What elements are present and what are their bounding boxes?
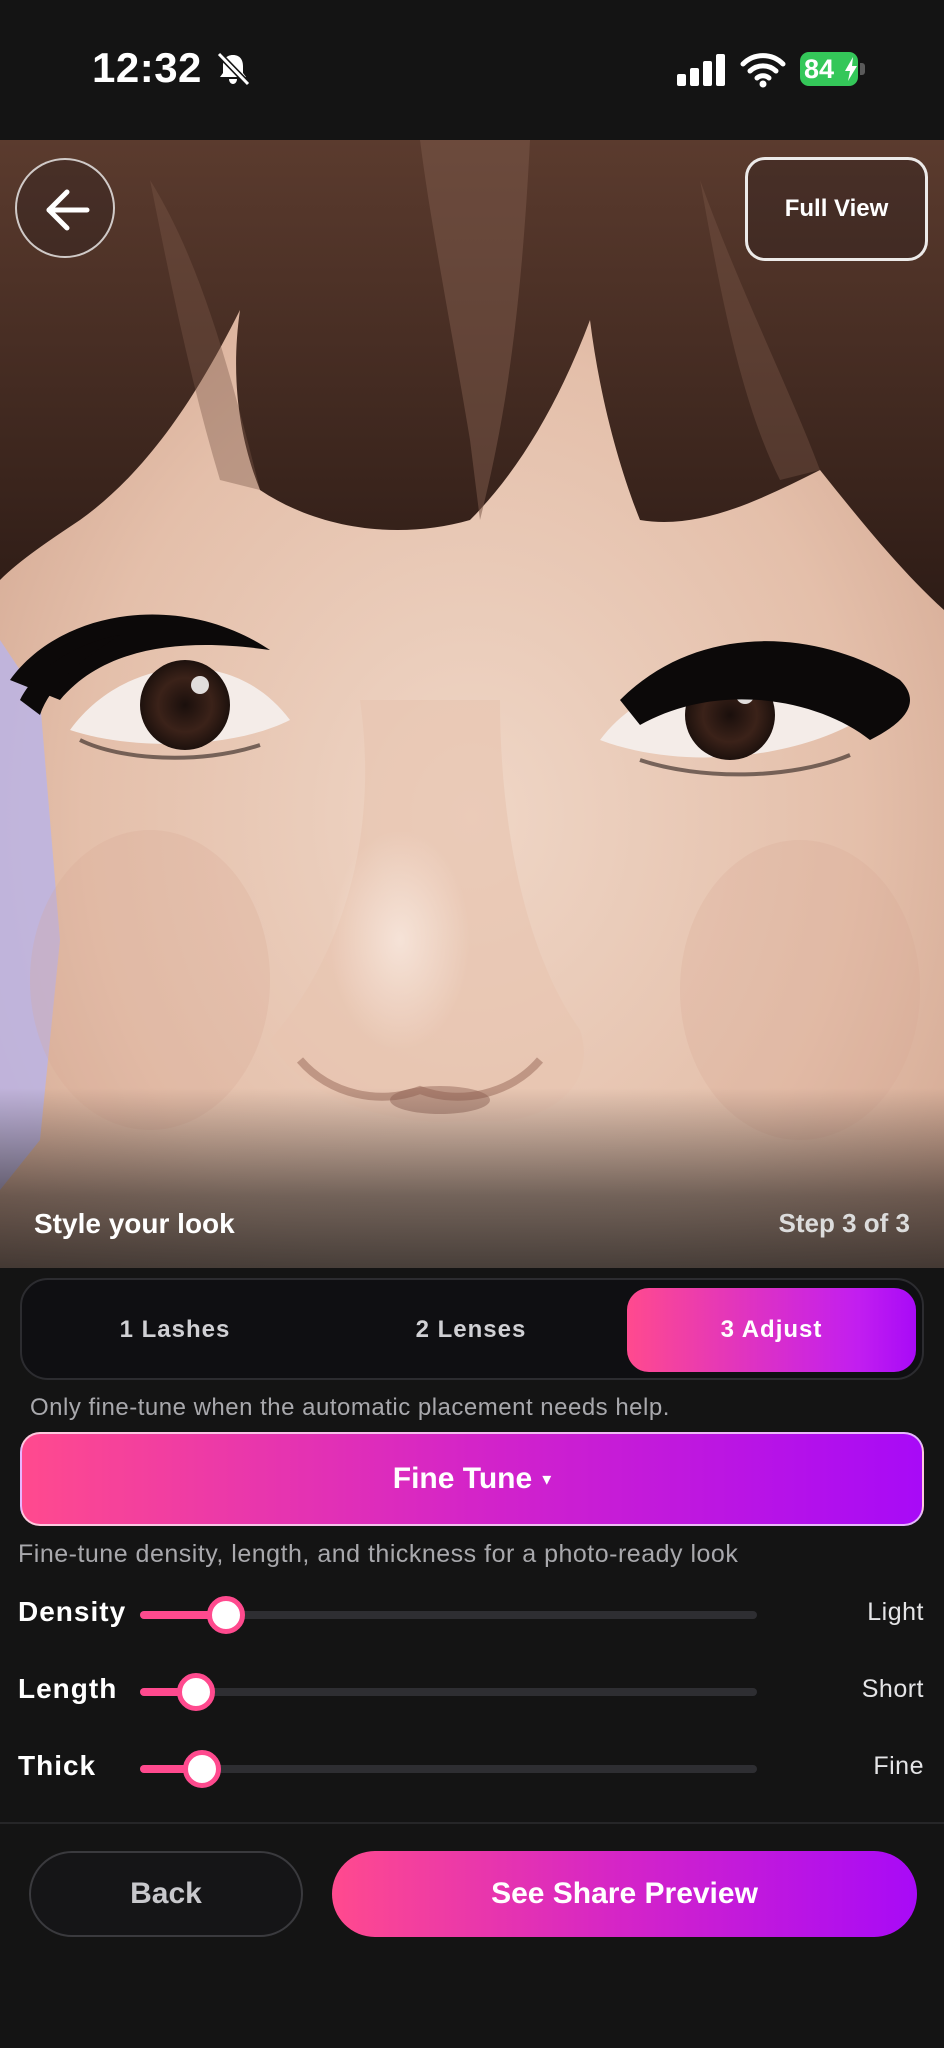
density-slider[interactable]: [140, 1596, 757, 1634]
length-slider-row: Length Short: [0, 1661, 944, 1721]
back-button[interactable]: Back: [29, 1851, 303, 1937]
bell-slash-icon: [216, 51, 251, 87]
thick-slider-thumb[interactable]: [182, 1750, 221, 1788]
fine-tune-button[interactable]: Fine Tune ▾: [20, 1432, 924, 1526]
arrow-left-icon: [46, 189, 90, 231]
thick-slider[interactable]: [140, 1750, 757, 1788]
tab-lashes[interactable]: 1 Lashes: [30, 1288, 320, 1372]
step-indicator: Step 3 of 3: [778, 1208, 910, 1238]
density-slider-row: Density Light: [0, 1584, 944, 1644]
length-label: Length: [18, 1673, 118, 1704]
photo-preview: Full View Style your look Step 3 of 3: [0, 140, 944, 1268]
wifi-icon: [740, 53, 786, 88]
length-value: Short: [861, 1675, 924, 1703]
cellular-signal-icon: [677, 54, 725, 86]
thick-label: Thick: [18, 1750, 97, 1781]
fine-tune-subtitle: Fine-tune density, length, and thickness…: [18, 1540, 739, 1568]
status-bar: 12:32 84: [0, 0, 944, 140]
tab-lenses[interactable]: 2 Lenses: [326, 1288, 616, 1372]
battery-charging-icon: 84: [800, 52, 866, 88]
battery-cap: [860, 63, 865, 75]
thick-slider-row: Thick Fine: [0, 1738, 944, 1798]
length-slider[interactable]: [140, 1673, 757, 1711]
tab-adjust[interactable]: 3 Adjust: [627, 1288, 916, 1372]
length-slider-thumb[interactable]: [176, 1673, 215, 1711]
see-share-preview-button[interactable]: See Share Preview: [332, 1851, 917, 1937]
photo-fade: [0, 1088, 944, 1268]
placement-hint: Only fine-tune when the automatic placem…: [30, 1394, 670, 1421]
photo-caption: Style your look: [34, 1208, 235, 1239]
bolt-icon: [845, 57, 857, 81]
thick-value: Fine: [873, 1752, 924, 1780]
status-time: 12:32: [92, 44, 202, 91]
density-slider-thumb[interactable]: [207, 1596, 246, 1634]
back-arrow-button[interactable]: [15, 158, 115, 258]
step-tabs: 1 Lashes 2 Lenses 3 Adjust: [20, 1278, 924, 1380]
density-label: Density: [18, 1596, 127, 1627]
fine-tune-label: Fine Tune: [392, 1462, 533, 1495]
density-value: Light: [867, 1598, 924, 1626]
footer-divider: [0, 1822, 944, 1824]
full-view-button[interactable]: Full View: [745, 157, 928, 261]
caret-down-icon: ▾: [542, 1468, 552, 1489]
